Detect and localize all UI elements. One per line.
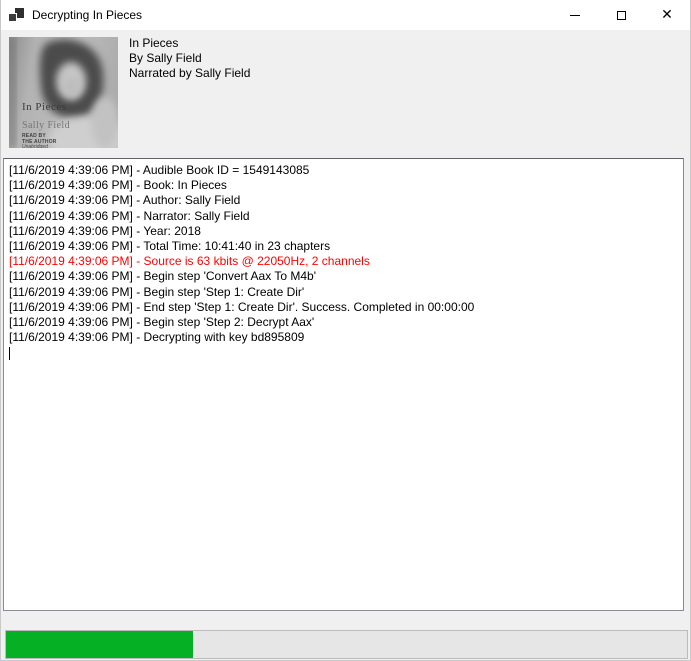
log-line: [11/6/2019 4:39:06 PM] - End step 'Step …	[9, 300, 679, 315]
log-textbox[interactable]: [11/6/2019 4:39:06 PM] - Audible Book ID…	[3, 158, 684, 611]
cover-author: Sally Field	[22, 120, 70, 131]
log-line: [11/6/2019 4:39:06 PM] - Begin step 'Ste…	[9, 315, 679, 330]
log-line: [11/6/2019 4:39:06 PM] - Total Time: 10:…	[9, 239, 679, 254]
log-line: [11/6/2019 4:39:06 PM] - Begin step 'Ste…	[9, 285, 679, 300]
minimize-icon	[570, 15, 580, 16]
window-title: Decrypting In Pieces	[32, 8, 142, 22]
app-icon[interactable]	[8, 7, 24, 23]
progress-bar	[5, 630, 688, 659]
log-line: [11/6/2019 4:39:06 PM] - Decrypting with…	[9, 330, 679, 345]
cover-text-block: In Pieces Sally Field	[22, 97, 70, 134]
app-icon-square-small	[9, 14, 16, 21]
cover-edition: Unabridged	[22, 144, 48, 148]
book-author: By Sally Field	[129, 51, 250, 66]
close-button[interactable]: ✕	[644, 0, 690, 30]
log-caret-line	[9, 345, 679, 360]
maximize-icon	[617, 11, 626, 20]
log-line: [11/6/2019 4:39:06 PM] - Year: 2018	[9, 224, 679, 239]
book-info: In Pieces By Sally Field Narrated by Sal…	[129, 36, 250, 81]
cover-title: In Pieces	[22, 101, 67, 113]
log-line: [11/6/2019 4:39:06 PM] - Book: In Pieces	[9, 178, 679, 193]
log-line: [11/6/2019 4:39:06 PM] - Begin step 'Con…	[9, 269, 679, 284]
window-body: In Pieces Sally Field READ BY THE AUTHOR…	[1, 30, 690, 660]
maximize-button[interactable]	[598, 0, 644, 30]
log-line: [11/6/2019 4:39:06 PM] - Narrator: Sally…	[9, 209, 679, 224]
book-title: In Pieces	[129, 36, 250, 51]
progress-bar-fill	[6, 631, 193, 658]
close-icon: ✕	[661, 8, 673, 22]
log-line: [11/6/2019 4:39:06 PM] - Source is 63 kb…	[9, 254, 679, 269]
text-caret	[9, 347, 10, 360]
app-icon-square-large	[15, 8, 24, 18]
log-line: [11/6/2019 4:39:06 PM] - Audible Book ID…	[9, 163, 679, 178]
title-bar[interactable]: Decrypting In Pieces ✕	[1, 0, 690, 30]
book-cover-image: In Pieces Sally Field READ BY THE AUTHOR…	[9, 37, 118, 148]
book-narrator: Narrated by Sally Field	[129, 66, 250, 81]
log-line: [11/6/2019 4:39:06 PM] - Author: Sally F…	[9, 193, 679, 208]
app-window: Decrypting In Pieces ✕	[0, 0, 691, 661]
minimize-button[interactable]	[552, 0, 598, 30]
window-controls: ✕	[552, 0, 690, 30]
